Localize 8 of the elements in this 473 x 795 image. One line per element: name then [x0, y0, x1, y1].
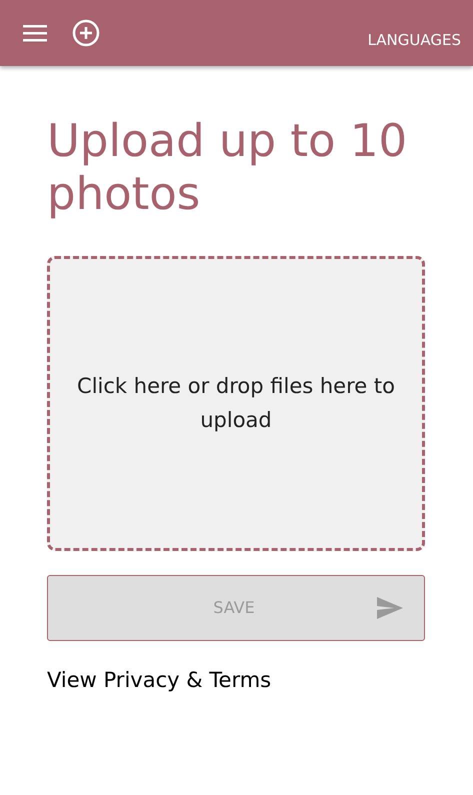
dropzone-text: Click here or drop files here to upload	[76, 373, 396, 434]
menu-icon[interactable]	[22, 23, 48, 43]
add-circle-icon[interactable]	[72, 19, 100, 47]
languages-button[interactable]: LANGUAGES	[368, 28, 461, 52]
page-title: Upload up to 10 photos	[47, 114, 408, 220]
privacy-terms-link[interactable]: View Privacy & Terms	[47, 668, 272, 692]
send-icon	[376, 596, 404, 620]
dropzone[interactable]: Click here or drop files here to upload	[47, 256, 425, 552]
